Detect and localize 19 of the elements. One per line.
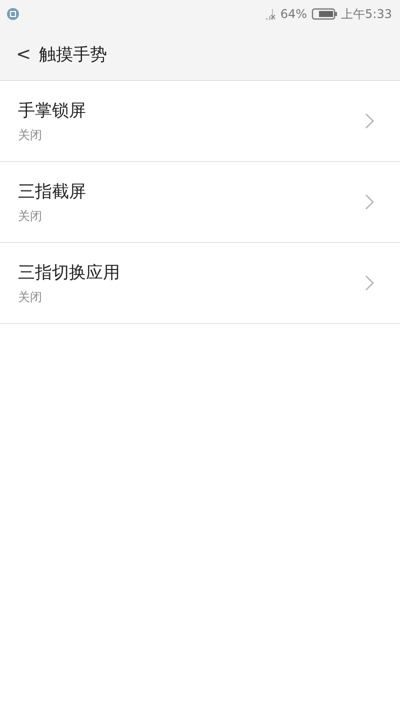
settings-item[interactable]: 三指截屏 关闭 [0,162,400,243]
chevron-right-icon [365,113,374,129]
item-title: 三指截屏 [18,180,87,202]
item-value: 关闭 [18,288,43,306]
back-button[interactable]: < [12,44,36,64]
item-title: 手掌锁屏 [18,100,87,122]
notification-icon [7,8,19,20]
battery-icon [311,8,338,20]
battery-percent: 64% [280,7,308,21]
status-time: 上午5:33 [341,6,392,22]
signal-icon [266,8,276,20]
chevron-right-icon [365,275,374,291]
item-value: 关闭 [18,208,43,224]
settings-item[interactable]: 三指切换应用 关闭 [0,243,400,324]
item-value: 关闭 [18,126,43,144]
item-title: 三指切换应用 [18,262,121,284]
chevron-right-icon [365,194,374,210]
page-title: 触摸手势 [39,44,108,66]
settings-item[interactable]: 手掌锁屏 关闭 [0,81,400,162]
